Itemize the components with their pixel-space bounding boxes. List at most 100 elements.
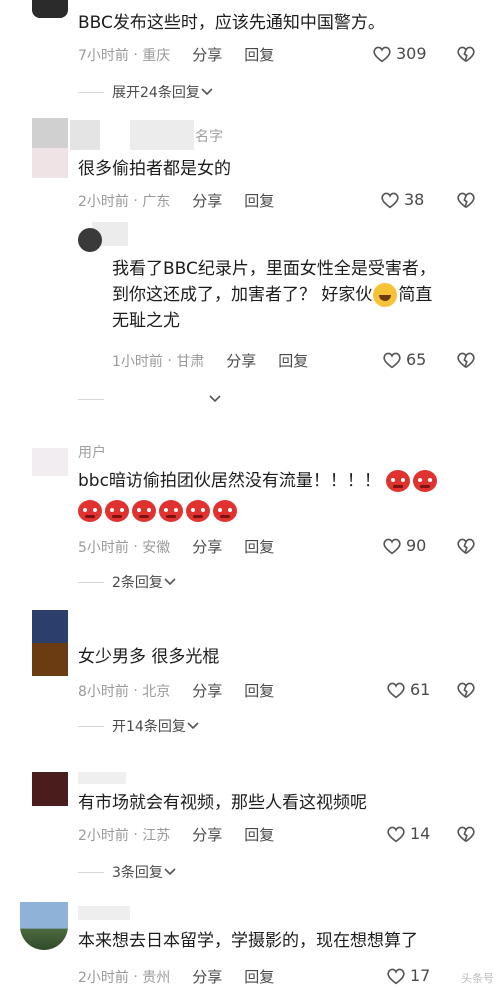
angry-emoji-icon [413, 470, 438, 492]
comment-location: 安徽 [142, 539, 171, 556]
expand-label: 展开24条回复 [112, 85, 200, 101]
avatar[interactable] [32, 610, 68, 676]
expand-replies[interactable]: 2条回复 [78, 572, 177, 592]
reply-button[interactable]: 回复 [244, 680, 274, 701]
reply-button[interactable]: 回复 [244, 190, 274, 211]
like-button[interactable]: 61 [386, 680, 430, 699]
divider [78, 725, 104, 727]
comment-location: 北京 [142, 683, 171, 700]
avatar[interactable] [32, 118, 68, 178]
like-button[interactable]: 17 [386, 966, 430, 985]
blurred-block [78, 906, 130, 920]
blurred-block [70, 120, 100, 150]
angry-emoji-icon [132, 500, 156, 522]
reply-button[interactable]: 回复 [244, 824, 274, 845]
comment-meta: 2小时前 · 贵州 分享 回复 [78, 966, 275, 987]
dislike-button[interactable] [456, 537, 476, 559]
chevron-down-icon [209, 395, 221, 403]
angry-emoji-icon [159, 500, 183, 522]
broken-heart-icon [457, 352, 475, 369]
chevron-down-icon [201, 88, 213, 96]
comment-location: 广东 [142, 193, 171, 210]
heart-icon [383, 352, 401, 368]
avatar[interactable] [78, 228, 102, 252]
comment-line-2: 到你这还成了，加害者了？ 好家伙 [112, 285, 373, 305]
like-count: 38 [404, 190, 425, 209]
expand-replies[interactable]: 开14条回复 [78, 716, 200, 736]
dislike-button[interactable] [456, 351, 476, 373]
expand-replies[interactable] [78, 394, 222, 404]
comment-text: 本来想去日本留学，学摄影的，现在想想算了 [78, 931, 418, 951]
comment-text: 我看了BBC纪录片，里面女性全是受害者， 到你这还成了，加害者了？ 好家伙 简直 … [112, 256, 492, 334]
heart-icon [387, 682, 405, 698]
watermark: 头条号 [461, 972, 494, 985]
comment-location: 贵州 [142, 969, 171, 986]
laugh-cry-emoji-icon [373, 283, 398, 307]
like-button[interactable]: 309 [372, 44, 427, 63]
angry-emoji-icon [386, 470, 411, 492]
expand-label: 3条回复 [112, 865, 163, 881]
comment-text: bbc暗访偷拍团伙居然没有流量！！！！ [78, 468, 478, 524]
avatar[interactable] [20, 902, 68, 950]
heart-icon [373, 46, 391, 62]
comment-5: 女少男多 很多光棍 8小时前 · 北京 分享 回复 61 开14条回复 [0, 610, 500, 740]
comment-meta: 2小时前 · 广东 分享 回复 [78, 190, 275, 211]
share-button[interactable]: 分享 [192, 190, 222, 211]
broken-heart-icon [457, 46, 475, 63]
dislike-button[interactable] [456, 191, 476, 213]
username: 名字 [195, 129, 223, 145]
comment-time: 2小时前 [78, 193, 129, 210]
like-count: 90 [406, 536, 427, 555]
comment-meta: 1小时前 · 甘肃 分享 回复 [112, 350, 309, 371]
share-button[interactable]: 分享 [192, 44, 222, 65]
avatar[interactable] [32, 448, 68, 476]
comment-meta: 2小时前 · 江苏 分享 回复 [78, 824, 275, 845]
avatar[interactable] [32, 772, 68, 806]
comment-7: 本来想去日本留学，学摄影的，现在想想算了 2小时前 · 贵州 分享 回复 17 … [0, 902, 500, 988]
expand-label: 2条回复 [112, 575, 163, 591]
like-button[interactable]: 90 [382, 536, 426, 555]
comment-line-2-end: 简直 [398, 285, 433, 305]
comment-time: 8小时前 [78, 683, 129, 700]
broken-heart-icon [457, 538, 475, 555]
like-count: 17 [410, 966, 431, 985]
comment-text: 很多偷拍者都是女的 [78, 159, 231, 179]
chevron-down-icon [164, 578, 176, 586]
heart-icon [387, 826, 405, 842]
comment-line-3: 无耻之尤 [112, 311, 180, 331]
expand-replies[interactable]: 展开24条回复 [78, 82, 214, 102]
dislike-button[interactable] [456, 825, 476, 847]
avatar[interactable] [32, 0, 68, 18]
share-button[interactable]: 分享 [192, 680, 222, 701]
like-button[interactable]: 65 [382, 350, 426, 369]
share-button[interactable]: 分享 [192, 536, 222, 557]
reply-button[interactable]: 回复 [278, 350, 308, 371]
username: 用户 [78, 445, 106, 461]
share-button[interactable]: 分享 [192, 824, 222, 845]
broken-heart-icon [457, 682, 475, 699]
blurred-block [130, 120, 194, 150]
angry-emoji-icon [213, 500, 237, 522]
comment-meta: 5小时前 · 安徽 分享 回复 [78, 536, 275, 557]
like-count: 309 [396, 44, 427, 63]
expand-replies[interactable]: 3条回复 [78, 862, 177, 882]
like-count: 65 [406, 350, 427, 369]
reply-button[interactable]: 回复 [244, 44, 274, 65]
like-button[interactable]: 38 [380, 190, 424, 209]
divider [78, 581, 104, 583]
reply-button[interactable]: 回复 [244, 966, 274, 987]
dislike-button[interactable] [456, 681, 476, 703]
share-button[interactable]: 分享 [226, 350, 256, 371]
comment-time: 7小时前 [78, 47, 129, 64]
comment-6: 有市场就会有视频，那些人看这视频呢 2小时前 · 江苏 分享 回复 14 3条回… [0, 772, 500, 902]
chevron-down-icon [164, 868, 176, 876]
like-button[interactable]: 14 [386, 824, 430, 843]
dislike-button[interactable] [456, 45, 476, 67]
comment-location: 江苏 [142, 827, 171, 844]
comment-text: 女少男多 很多光棍 [78, 647, 220, 667]
chevron-down-icon [187, 722, 199, 730]
share-button[interactable]: 分享 [192, 966, 222, 987]
comment-1: BBC发布这些时，应该先通知中国警方。 7小时前 · 重庆 分享 回复 309 … [0, 0, 500, 110]
reply-button[interactable]: 回复 [244, 536, 274, 557]
broken-heart-icon [457, 826, 475, 843]
